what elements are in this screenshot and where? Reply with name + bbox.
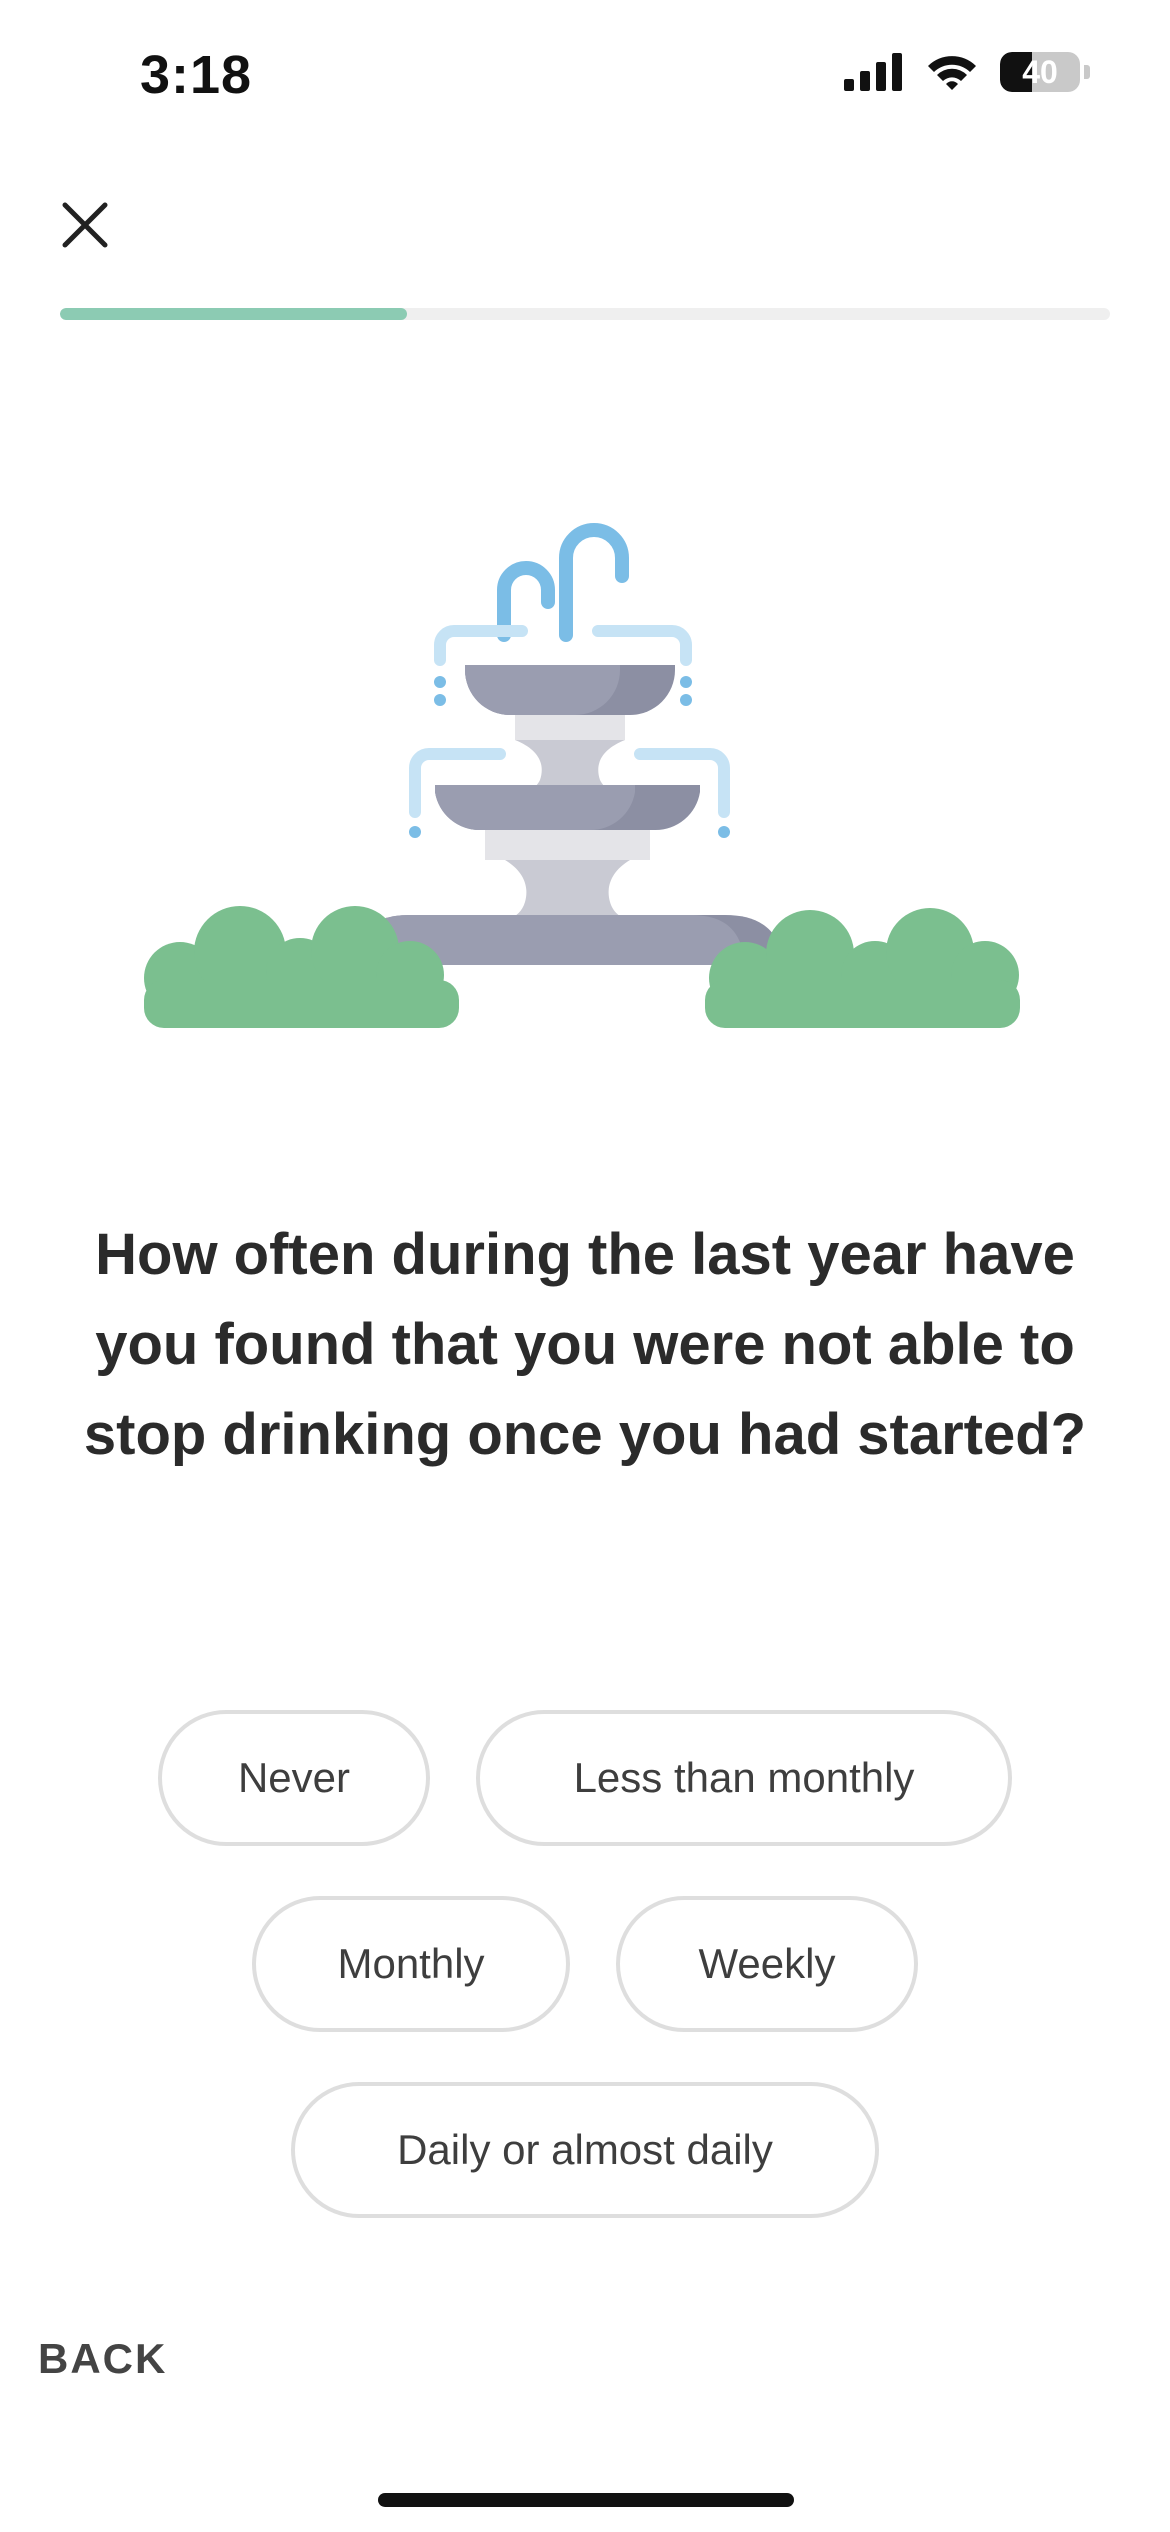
- answer-daily-or-almost-daily-button[interactable]: Daily or almost daily: [291, 2082, 879, 2218]
- answer-options: Never Less than monthly Monthly Weekly D…: [0, 1710, 1170, 2268]
- close-button[interactable]: [55, 195, 115, 255]
- progress-bar: [60, 308, 1110, 320]
- battery-icon: 40: [1000, 52, 1080, 92]
- back-button[interactable]: BACK: [38, 2335, 167, 2383]
- answer-weekly-button[interactable]: Weekly: [616, 1896, 918, 2032]
- wifi-icon: [928, 56, 976, 90]
- battery-cap: [1084, 65, 1090, 79]
- answer-never-button[interactable]: Never: [158, 1710, 430, 1846]
- answer-monthly-button[interactable]: Monthly: [252, 1896, 570, 2032]
- status-icons: 40: [844, 52, 1090, 92]
- answer-row: Never Less than monthly: [0, 1710, 1170, 1846]
- progress-fill: [60, 308, 407, 320]
- close-icon: [62, 202, 108, 248]
- battery-level: 40: [1022, 54, 1058, 90]
- answer-row: Daily or almost daily: [0, 2082, 1170, 2218]
- home-indicator[interactable]: [378, 2493, 794, 2507]
- question-text: How often during the last year have you …: [83, 1222, 1087, 1467]
- status-bar: 3:18 40: [0, 0, 1170, 150]
- status-time: 3:18: [140, 45, 253, 105]
- answer-row: Monthly Weekly: [0, 1896, 1170, 2032]
- fountain-icon: [144, 523, 1020, 1028]
- signal-icon: [844, 53, 902, 91]
- answer-less-than-monthly-button[interactable]: Less than monthly: [476, 1710, 1012, 1846]
